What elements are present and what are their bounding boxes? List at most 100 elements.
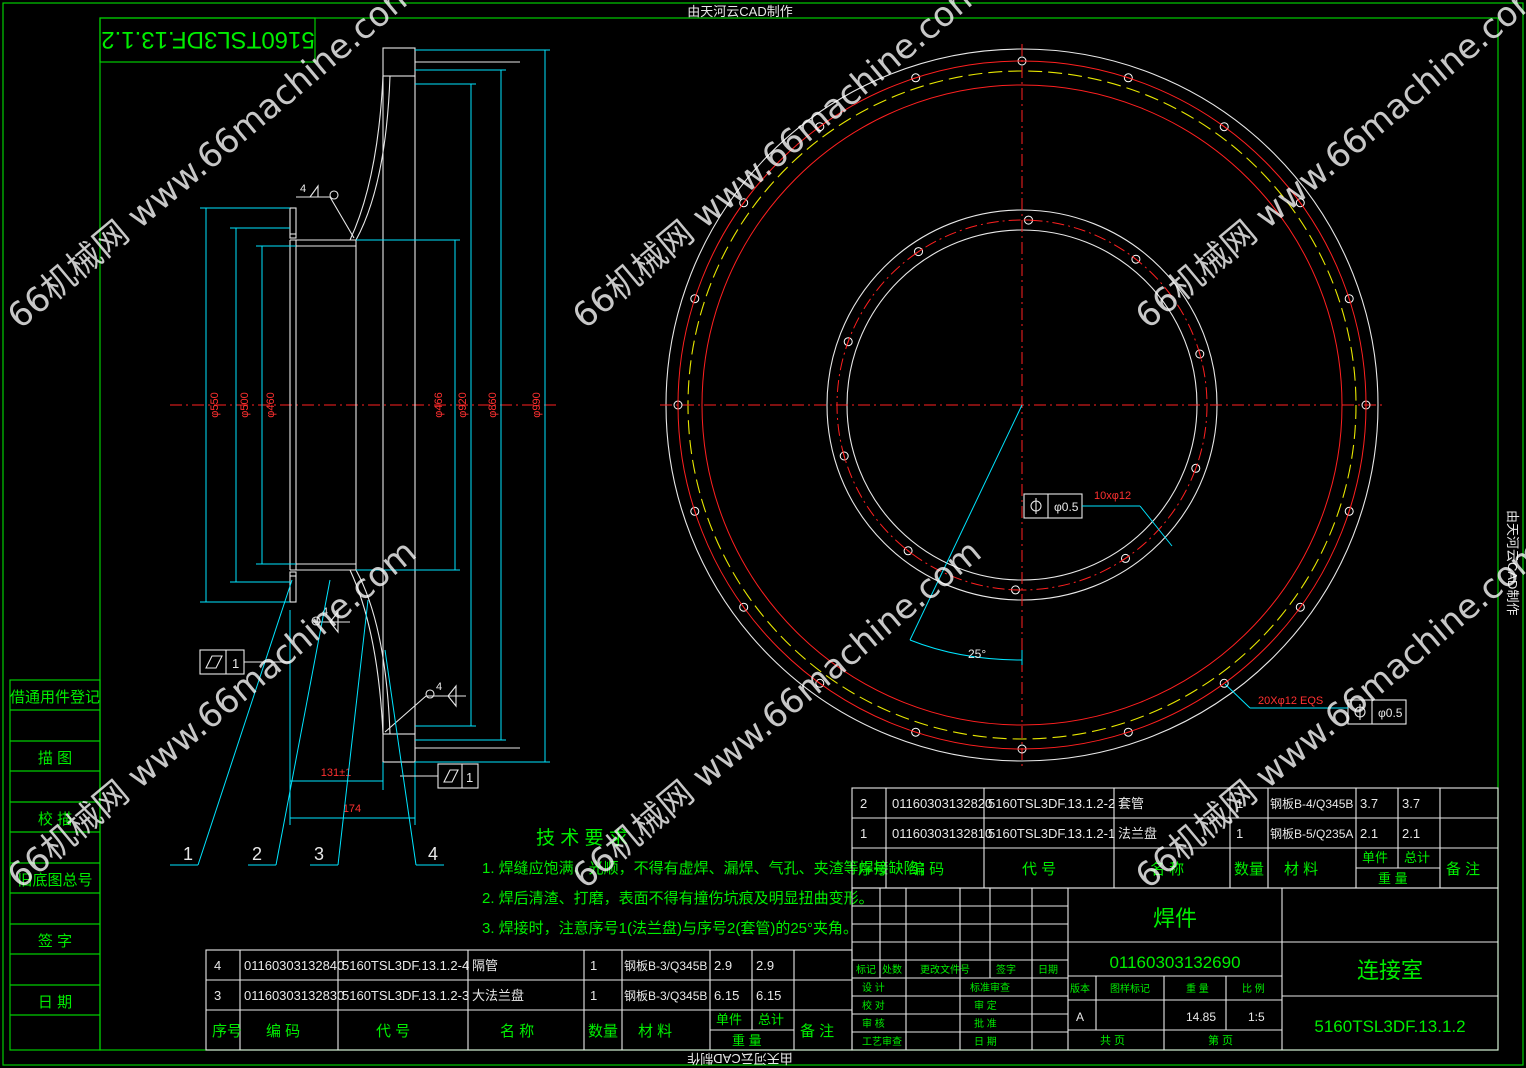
bom-l-h-weight: 重 量 xyxy=(732,1033,762,1048)
tb-info-3: 重 量 xyxy=(1186,982,1209,995)
pipe-bolt-hole-mark xyxy=(1131,255,1141,263)
bom-l-row1-dwg: 5160TSL3DF.13.1.2-4 xyxy=(342,958,469,973)
flange-bolt-hole-mark xyxy=(1296,602,1304,612)
dim-d990: φ990 xyxy=(531,392,543,418)
bom-r-row2-no: 1 xyxy=(860,826,867,841)
tech-requirements: 技 术 要 求 1. 焊缝应饱满、光顺，不得有虚焊、漏焊、气孔、夹渣等焊接缺陷；… xyxy=(482,827,934,937)
bom-r-row2-dwg: 5160TSL3DF.13.1.2-1 xyxy=(988,826,1115,841)
bom-l-row2-name: 大法兰盘 xyxy=(472,988,524,1003)
bom-l-row2-code: 01160303132830 xyxy=(244,988,344,1003)
weld-size-top: 4 xyxy=(300,183,306,195)
bom-l-row1-name: 隔管 xyxy=(472,958,498,973)
bom-l-row1-unit: 2.9 xyxy=(714,958,732,973)
bom-r-h-unit: 单件 xyxy=(1362,850,1388,865)
sidebar-label-2: 描 图 xyxy=(38,750,72,767)
bom-r-row2-mat: 钢板B-5/Q235A xyxy=(1270,827,1353,841)
bom-r-h-code: 编 码 xyxy=(910,861,944,878)
bom-l-row2-total: 6.15 xyxy=(756,988,781,1003)
bom-r-h-total: 总计 xyxy=(1404,850,1430,865)
tb-rev-4: 签字 xyxy=(996,963,1016,976)
holes-small-label: 10xφ12 xyxy=(1094,490,1131,502)
tb-type: 焊件 xyxy=(1153,906,1197,931)
bom-left: 4 01160303132840 5160TSL3DF.13.1.2-4 隔管 … xyxy=(205,949,853,1051)
bom-r-row1-mat: 钢板B-4/Q345B xyxy=(1270,797,1353,811)
title-top: 由天河云CAD制作 xyxy=(687,4,792,19)
tb-weight: 14.85 xyxy=(1186,1010,1216,1024)
tb-sheets: 共 页 xyxy=(1100,1034,1125,1047)
cad-drawing: 由天河云CAD制作 由天河云CAD制作 由天河云CAD制作 5160TSL3DF… xyxy=(0,0,1526,1066)
bom-r-h-dwg: 代 号 xyxy=(1022,861,1056,878)
mirrored-drawing-number: 5160TSL3DF.13.1.2 xyxy=(101,26,314,53)
bom-l-h-qty: 数量 xyxy=(588,1023,618,1040)
tb-number: 5160TSL3DF.13.1.2 xyxy=(1314,1017,1465,1036)
bom-l-h-mat: 材 料 xyxy=(638,1023,672,1040)
balloon-4: 4 xyxy=(428,844,438,864)
balloon-1: 1 xyxy=(183,844,193,864)
tech-item-3: 3. 焊接时，注意序号1(法兰盘)与序号2(套管)的25°夹角。 xyxy=(482,919,858,937)
bom-l-h-no: 序号 xyxy=(212,1023,242,1040)
angle-label: 25° xyxy=(968,647,986,661)
bom-r-h-qty: 数量 xyxy=(1234,861,1264,878)
dim-l174: 174 xyxy=(343,803,361,815)
bom-l-row1-code: 01160303132840 xyxy=(244,958,344,973)
tb-rev-5: 日期 xyxy=(1038,964,1058,976)
dim-d860: φ860 xyxy=(487,392,499,418)
bom-r-row1-name: 套管 xyxy=(1118,796,1144,811)
bom-l-row2-unit: 6.15 xyxy=(714,988,739,1003)
watermarks: 66机械网 www.66machine.com 66机械网 www.66mach… xyxy=(0,0,1526,897)
bom-r-row2-name: 法兰盘 xyxy=(1118,826,1157,841)
tb-code: 01160303132690 xyxy=(1109,953,1240,972)
bom-l-h-unit: 单件 xyxy=(716,1012,742,1027)
tb-sign-3: 审 核 xyxy=(862,1017,885,1030)
tb-scale: 1:5 xyxy=(1248,1010,1265,1024)
pipe-bolt-hole-mark xyxy=(903,547,913,555)
sidebar-label-6: 日 期 xyxy=(38,994,72,1011)
bom-l-h-note: 备 注 xyxy=(800,1023,834,1040)
bom-l-row2-qty: 1 xyxy=(590,988,597,1003)
flange-bolt-hole-mark xyxy=(1219,123,1229,131)
bom-r-row2-total: 2.1 xyxy=(1402,826,1420,841)
bom-l-row1-no: 4 xyxy=(214,958,221,973)
bom-l-h-total: 总计 xyxy=(758,1012,784,1027)
dim-d920: φ920 xyxy=(457,392,469,418)
tech-item-2: 2. 焊后清渣、打磨，表面不得有撞伤坑痕及明显扭曲变形。 xyxy=(482,889,874,907)
bom-r-row1-total: 3.7 xyxy=(1402,796,1420,811)
tb-info-1: 版本 xyxy=(1070,982,1090,995)
tb-name: 连接室 xyxy=(1357,958,1423,983)
tb-rev-1: 标记 xyxy=(856,964,876,976)
bom-l-row1-mat: 钢板B-3/Q345B xyxy=(624,959,707,973)
bom-l-row2-mat: 钢板B-3/Q345B xyxy=(624,989,707,1003)
tb-sign-7: 批 准 xyxy=(974,1017,997,1030)
bom-l-h-code: 编 码 xyxy=(266,1023,300,1040)
dim-d460: φ460 xyxy=(265,392,277,418)
section-dimensions: φ550 φ500 φ460 φ466 φ920 φ860 φ990 131±1… xyxy=(200,49,550,825)
dim-d500: φ500 xyxy=(239,392,251,418)
bom-l-row2-no: 3 xyxy=(214,988,221,1003)
bom-r-row2-code: 01160303132810 xyxy=(892,826,992,841)
bom-r-row1-dwg: 5160TSL3DF.13.1.2-2 xyxy=(988,796,1115,811)
tb-info-2: 图样标记 xyxy=(1110,982,1150,995)
bom-l-row2-dwg: 5160TSL3DF.13.1.2-3 xyxy=(342,988,469,1003)
dim-d550: φ550 xyxy=(209,392,221,418)
tb-info-4: 比 例 xyxy=(1242,982,1265,995)
bom-r-row1-no: 2 xyxy=(860,796,867,811)
watermark-6: 66机械网 www.66machine.com xyxy=(1128,532,1526,897)
sidebar-label-5: 签 字 xyxy=(38,933,72,950)
bom-l-row1-qty: 1 xyxy=(590,958,597,973)
tb-page: 第 页 xyxy=(1208,1033,1233,1047)
tb-version: A xyxy=(1076,1010,1084,1024)
watermark-5: 66机械网 www.66machine.com xyxy=(565,532,989,897)
tb-sign-5: 标准审查 xyxy=(970,981,1010,994)
tb-sign-4: 工艺审查 xyxy=(862,1035,902,1048)
watermark-3: 66机械网 www.66machine.com xyxy=(1128,0,1526,337)
tb-rev-3: 更改文件号 xyxy=(920,963,970,976)
bom-r-row1-unit: 3.7 xyxy=(1360,796,1378,811)
bom-r-row2-qty: 1 xyxy=(1236,826,1243,841)
bom-r-row1-code: 01160303132820 xyxy=(892,796,992,811)
watermark-4: 66机械网 www.66machine.com xyxy=(0,532,424,897)
tb-sign-1: 设 计 xyxy=(862,981,885,994)
dim-l131: 131±1 xyxy=(321,767,352,779)
tb-sign-6: 审 定 xyxy=(974,999,997,1012)
title-block: 焊件 01160303132690 连接室 5160TSL3DF.13.1.2 … xyxy=(851,887,1499,1051)
bom-r-row2-unit: 2.1 xyxy=(1360,826,1378,841)
